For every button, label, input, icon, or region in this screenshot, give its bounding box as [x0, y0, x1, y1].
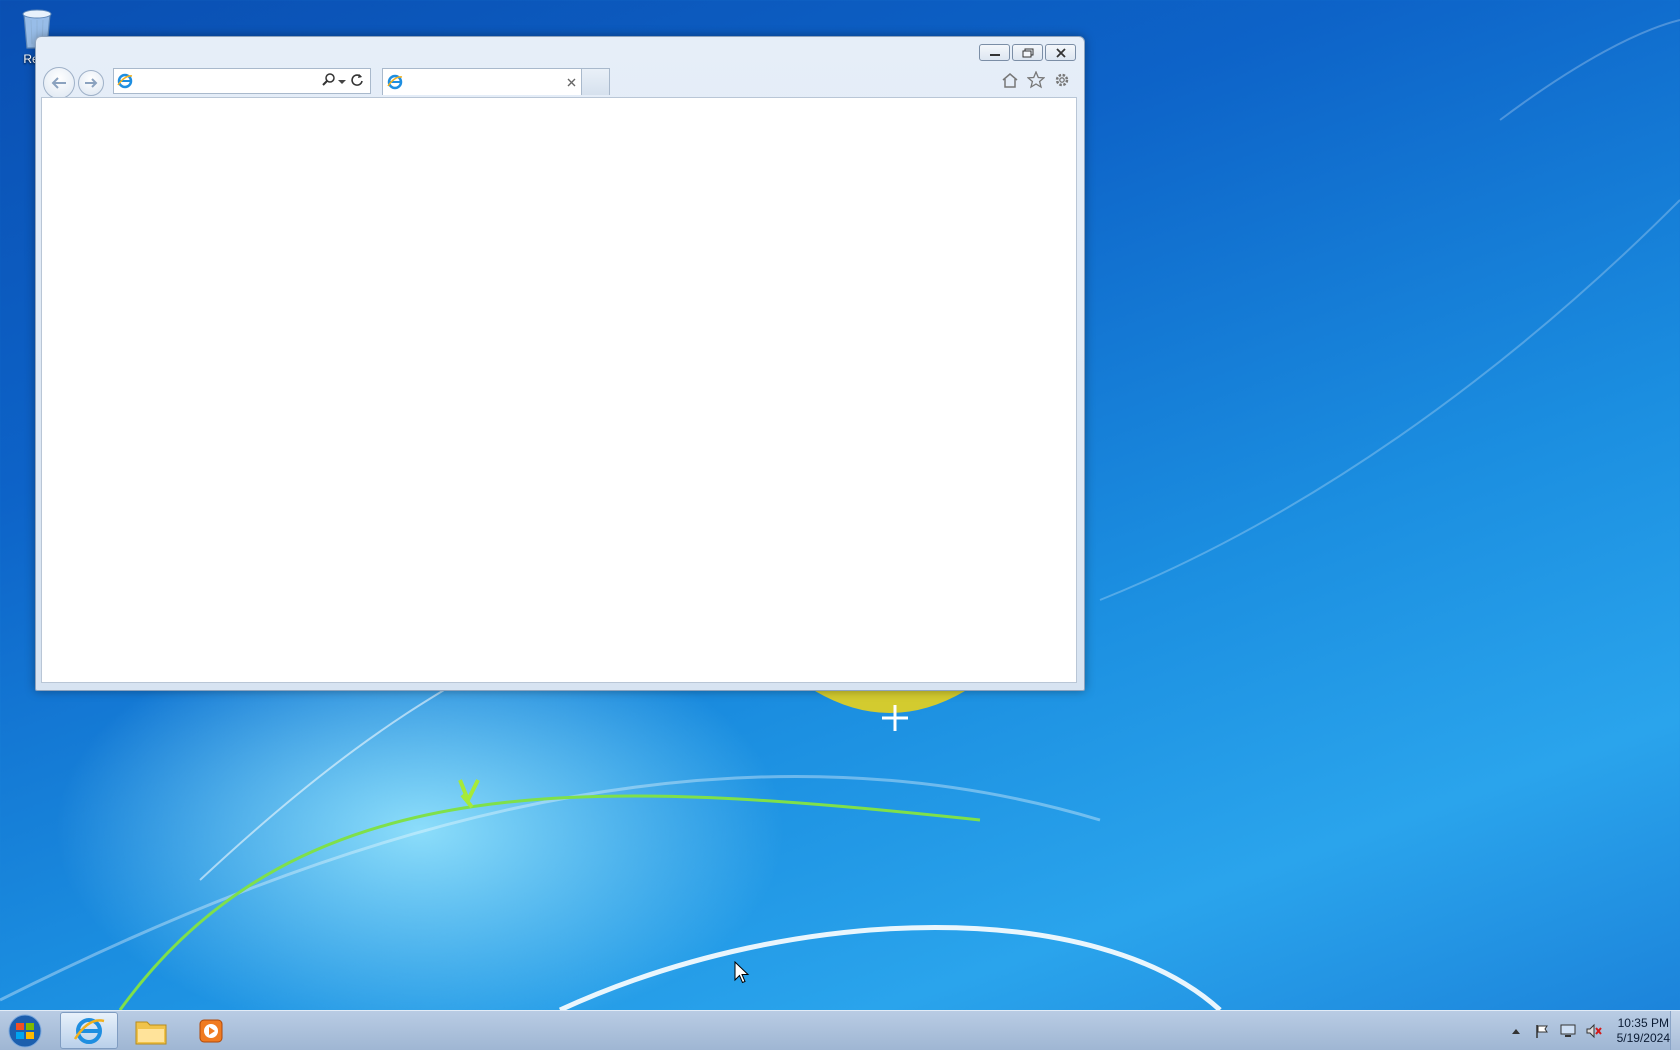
- star-icon[interactable]: [1026, 70, 1046, 90]
- taskbar-clock[interactable]: 10:35 PM 5/19/2024: [1617, 1016, 1670, 1046]
- action-center-flag-icon[interactable]: [1533, 1022, 1551, 1040]
- browser-tab[interactable]: [382, 68, 582, 95]
- back-arrow-icon: [51, 77, 66, 89]
- close-icon[interactable]: [561, 78, 581, 87]
- start-button[interactable]: [3, 1012, 47, 1050]
- ie-tab-icon: [383, 74, 407, 90]
- show-desktop-button[interactable]: [1670, 1011, 1680, 1050]
- new-tab-button[interactable]: [581, 68, 610, 95]
- gear-icon[interactable]: [1052, 70, 1072, 90]
- search-dropdown-icon[interactable]: [338, 72, 350, 90]
- clock-date: 5/19/2024: [1616, 1031, 1670, 1045]
- browser-window: [35, 36, 1085, 691]
- windows-orb-icon: [8, 1014, 42, 1048]
- ie-icon: [73, 1017, 105, 1044]
- command-icons: [1000, 70, 1072, 90]
- clock-time: 10:35 PM: [1617, 1016, 1669, 1030]
- address-bar: [113, 68, 371, 94]
- taskbar: 10:35 PM 5/19/2024: [0, 1010, 1680, 1050]
- address-input[interactable]: [136, 70, 322, 92]
- home-icon[interactable]: [1000, 70, 1020, 90]
- taskbar-media-player[interactable]: [182, 1012, 240, 1049]
- search-icon[interactable]: [322, 72, 338, 91]
- volume-muted-icon[interactable]: [1585, 1022, 1603, 1040]
- minimize-button[interactable]: [979, 44, 1010, 61]
- folder-icon: [135, 1021, 167, 1044]
- taskbar-internet-explorer[interactable]: [60, 1012, 118, 1049]
- network-icon[interactable]: [1559, 1022, 1577, 1040]
- refresh-icon[interactable]: [350, 72, 370, 91]
- forward-button[interactable]: [78, 70, 104, 96]
- show-hidden-icons-icon[interactable]: [1507, 1022, 1525, 1040]
- system-tray: 10:35 PM 5/19/2024: [1507, 1011, 1670, 1050]
- page-content[interactable]: [41, 97, 1077, 683]
- close-window-button[interactable]: [1045, 44, 1076, 61]
- mouse-cursor-icon: [734, 961, 750, 984]
- ie-page-icon: [114, 73, 136, 89]
- window-controls: [979, 44, 1076, 61]
- restore-button[interactable]: [1012, 44, 1043, 61]
- media-player-icon: [199, 1019, 223, 1042]
- navigation-bar: [43, 63, 1076, 99]
- back-button[interactable]: [43, 67, 75, 99]
- forward-arrow-icon: [85, 78, 98, 88]
- taskbar-file-explorer[interactable]: [122, 1012, 180, 1049]
